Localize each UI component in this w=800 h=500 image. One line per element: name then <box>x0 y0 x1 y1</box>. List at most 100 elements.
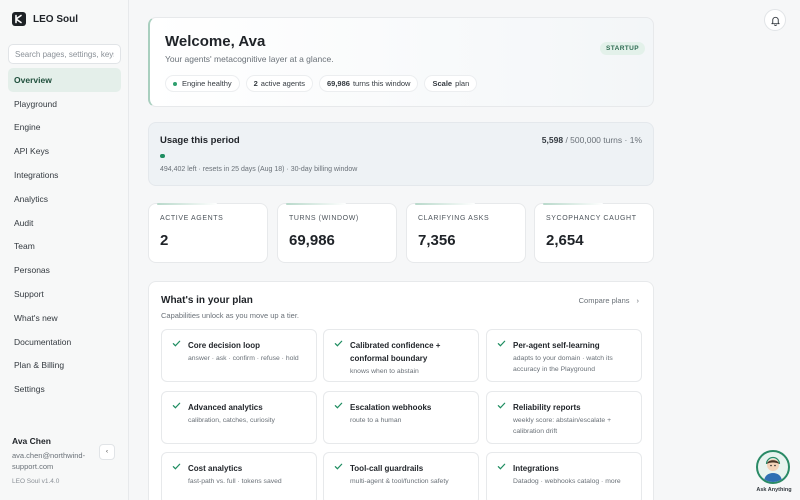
check-icon <box>334 463 343 470</box>
welcome-card: Welcome, Ava Your agents' metacognitive … <box>148 17 654 107</box>
stat-card-turns-window: TURNS (WINDOW) 69,986 <box>277 203 397 263</box>
feature-reliability-reports: Reliability reports weekly score: abstai… <box>486 391 642 444</box>
feature-desc: fast-path vs. full · tokens saved <box>188 478 282 485</box>
usage-total: / 500,000 turns · 1% <box>565 135 642 145</box>
check-icon <box>497 463 506 470</box>
usage-used: 5,598 <box>541 135 564 145</box>
collapse-sidebar-button[interactable]: ‹ <box>99 444 115 460</box>
sidebar-nav: Overview Playground Engine API Keys Inte… <box>8 68 121 401</box>
compare-plans-label: Compare plans <box>578 296 630 305</box>
engine-status-text: Engine healthy <box>182 79 232 88</box>
turns-label: turns this window <box>352 79 411 88</box>
feature-title: Escalation webhooks <box>350 403 432 412</box>
feature-cost-analytics: Cost analytics fast-path vs. full · toke… <box>161 452 317 500</box>
feature-advanced-analytics: Advanced analytics calibration, catches,… <box>161 391 317 444</box>
feature-desc: multi-agent & tool/function safety <box>350 478 449 485</box>
feature-desc: knows when to abstain <box>350 368 419 375</box>
sidebar: LEO Soul Overview Playground Engine API … <box>0 0 129 500</box>
check-icon <box>172 340 181 347</box>
usage-progress-fill <box>160 154 165 158</box>
sidebar-item-personas[interactable]: Personas <box>8 258 121 282</box>
brand[interactable]: LEO Soul <box>12 12 78 26</box>
stat-label: TURNS (WINDOW) <box>289 215 359 222</box>
sidebar-item-api-keys[interactable]: API Keys <box>8 139 121 163</box>
feature-core-decision-loop: Core decision loop answer · ask · confir… <box>161 329 317 382</box>
plan-card: What's in your plan Capabilities unlock … <box>148 281 654 500</box>
check-icon <box>334 340 343 347</box>
user-email: ava.chen@northwind-support.com <box>12 451 86 471</box>
active-agents-label: active agents <box>260 79 305 88</box>
sidebar-item-whats-new[interactable]: What's new <box>8 306 121 330</box>
feature-title: Cost analytics <box>188 464 243 473</box>
feature-title: Calibrated confidence + conformal bounda… <box>350 341 441 363</box>
sidebar-item-settings[interactable]: Settings <box>8 377 121 401</box>
feature-title: Core decision loop <box>188 341 261 350</box>
ask-anything-label: Ask Anything <box>756 487 792 493</box>
sidebar-item-overview[interactable]: Overview <box>8 68 121 92</box>
plan-title: What's in your plan <box>161 295 253 306</box>
sidebar-item-team[interactable]: Team <box>8 235 121 259</box>
search-input[interactable] <box>8 44 121 64</box>
stat-label: SYCOPHANCY CAUGHT <box>546 215 637 222</box>
ask-anything-button[interactable]: Ask Anything <box>754 450 794 496</box>
feature-tool-call-guardrails: Tool-call guardrails multi-agent & tool/… <box>323 452 479 500</box>
feature-desc: weekly score: abstain/escalate + calibra… <box>513 417 612 435</box>
feature-integrations: Integrations Datadog · webhooks catalog … <box>486 452 642 500</box>
feature-desc: answer · ask · confirm · refuse · hold <box>188 355 299 362</box>
stat-value: 2 <box>160 232 169 249</box>
brand-name: LEO Soul <box>33 13 78 25</box>
sidebar-item-integrations[interactable]: Integrations <box>8 163 121 187</box>
active-agents-count: 2 <box>253 79 258 88</box>
bell-icon <box>770 16 780 26</box>
turns-count: 69,986 <box>327 79 350 88</box>
sidebar-item-support[interactable]: Support <box>8 282 121 306</box>
feature-per-agent-self-learning: Per-agent self-learning adapts to your d… <box>486 329 642 382</box>
turns-pill: 69,986 turns this window <box>319 75 419 92</box>
usage-summary: 5,598 / 500,000 turns · 1% <box>542 135 642 145</box>
sidebar-item-engine[interactable]: Engine <box>8 116 121 140</box>
stat-card-active-agents: ACTIVE AGENTS 2 <box>148 203 268 263</box>
feature-desc: adapts to your domain · watch its accura… <box>513 355 613 373</box>
usage-title: Usage this period <box>160 135 240 146</box>
sidebar-item-analytics[interactable]: Analytics <box>8 187 121 211</box>
feature-calibrated-confidence: Calibrated confidence + conformal bounda… <box>323 329 479 382</box>
notifications-button[interactable] <box>764 9 786 31</box>
check-icon <box>172 463 181 470</box>
feature-desc: Datadog · webhooks catalog · more <box>513 478 621 485</box>
sidebar-item-playground[interactable]: Playground <box>8 92 121 116</box>
status-pills: Engine healthy 2 active agents 69,986 tu… <box>165 75 478 92</box>
feature-desc: calibration, catches, curiosity <box>188 417 275 424</box>
feature-desc: route to a human <box>350 417 402 424</box>
stat-value: 7,356 <box>418 232 456 249</box>
assistant-avatar <box>756 450 790 484</box>
stat-card-sycophancy-caught: SYCOPHANCY CAUGHT 2,654 <box>534 203 654 263</box>
compare-plans-link[interactable]: Compare plans › <box>579 296 639 305</box>
assistant-avatar-icon <box>764 456 782 482</box>
welcome-subtitle: Your agents' metacognitive layer at a gl… <box>165 54 334 64</box>
status-dot-icon <box>173 81 177 86</box>
page-title: Welcome, Ava <box>165 33 266 50</box>
chevron-right-icon: › <box>636 296 640 305</box>
sidebar-item-plan-billing[interactable]: Plan & Billing <box>8 354 121 378</box>
feature-title: Per-agent self-learning <box>513 341 600 350</box>
usage-meta: 494,402 left · resets in 25 days (Aug 18… <box>160 166 358 173</box>
usage-progress-bar <box>160 154 644 158</box>
leo-logo-icon <box>12 12 26 26</box>
feature-escalation-webhooks: Escalation webhooks route to a human <box>323 391 479 444</box>
app-version: LEO Soul v1.4.0 <box>12 478 60 485</box>
feature-title: Reliability reports <box>513 403 581 412</box>
feature-title: Integrations <box>513 464 559 473</box>
user-profile: Ava Chen ava.chen@northwind-support.com … <box>12 436 120 485</box>
sidebar-item-documentation[interactable]: Documentation <box>8 330 121 354</box>
engine-status-pill: Engine healthy <box>165 75 240 92</box>
stat-value: 69,986 <box>289 232 335 249</box>
stat-value: 2,654 <box>546 232 584 249</box>
plan-subtitle: Capabilities unlock as you move up a tie… <box>161 311 299 320</box>
feature-title: Tool-call guardrails <box>350 464 424 473</box>
stat-label: ACTIVE AGENTS <box>160 215 224 222</box>
plan-tier-badge: STARTUP <box>600 42 646 55</box>
check-icon <box>334 402 343 409</box>
check-icon <box>172 402 181 409</box>
feature-title: Advanced analytics <box>188 403 263 412</box>
sidebar-item-audit[interactable]: Audit <box>8 211 121 235</box>
